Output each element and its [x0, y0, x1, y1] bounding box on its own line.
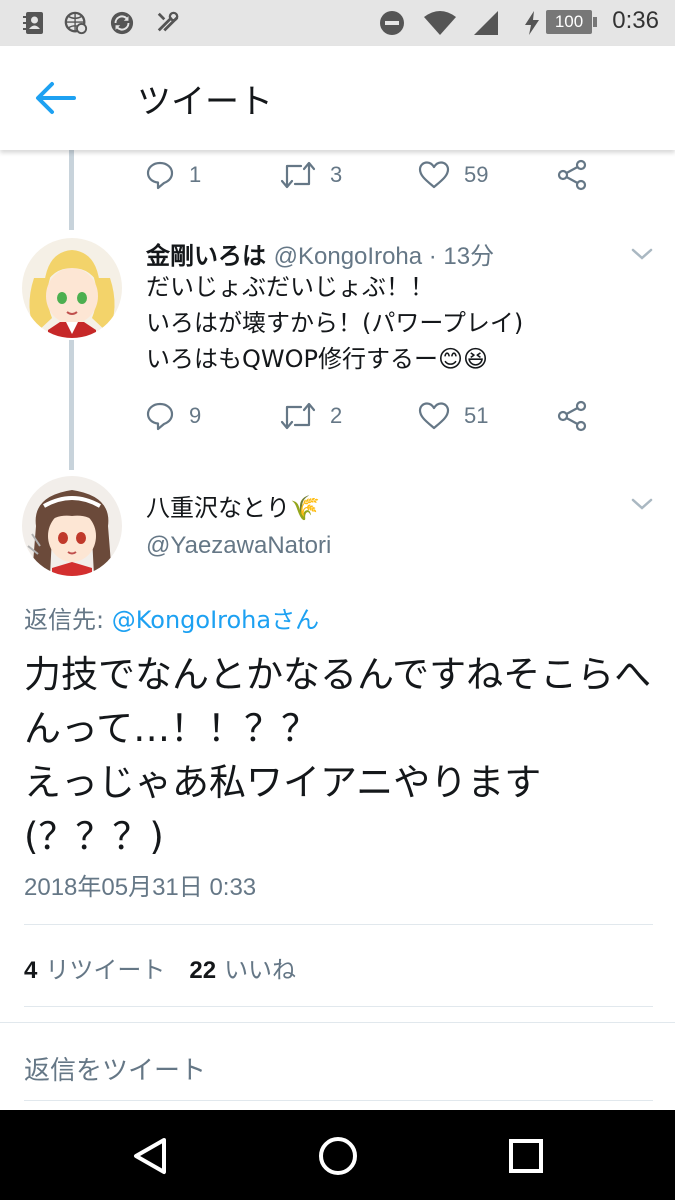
- system-nav-bar: [0, 1110, 675, 1200]
- tweet-text: 力技でなんとかなるんですねそこらへんって…！！？？ えっじゃあ私ワイアニやります…: [24, 653, 652, 858]
- nav-back-icon[interactable]: [128, 1134, 172, 1178]
- tweet-stats: 4 リツイート 22 いいね: [24, 950, 296, 985]
- reply-input[interactable]: 返信をツイート: [24, 1050, 206, 1087]
- display-name[interactable]: 八重沢なとり🌾: [146, 488, 320, 523]
- retweet-count: 2: [330, 403, 343, 428]
- retweet-icon: [280, 161, 316, 189]
- like-count: 59: [464, 162, 489, 187]
- nav-recents-icon[interactable]: [504, 1134, 548, 1178]
- heart-icon: [418, 402, 450, 430]
- reply-button[interactable]: 9: [145, 396, 201, 436]
- reply-icon: [146, 161, 174, 190]
- retweet-button[interactable]: 3: [280, 155, 342, 195]
- retweet-count: 3: [330, 162, 343, 187]
- reply-target-link[interactable]: @KongoIrohaさん: [112, 606, 319, 634]
- chevron-down-icon[interactable]: [630, 496, 654, 512]
- charging-icon: [523, 11, 541, 35]
- retweets-stat[interactable]: 4 リツイート: [24, 950, 165, 985]
- heart-icon: [418, 161, 450, 189]
- reply-tweet-actions: 9 2 51: [0, 396, 675, 436]
- reply-icon: [146, 402, 174, 431]
- prev-tweet-actions: 1 3 59: [0, 155, 675, 195]
- reply-context: 返信先: @KongoIrohaさん: [24, 600, 319, 635]
- retweet-stat-label: リツイート: [45, 956, 166, 984]
- wifi-search-icon: [64, 11, 88, 35]
- like-count: 51: [464, 403, 489, 428]
- tweet-header: 金剛いろは @KongoIroha · 13分: [146, 236, 494, 271]
- back-button[interactable]: [34, 80, 76, 116]
- reply-context-label: 返信先:: [24, 606, 112, 634]
- share-button[interactable]: [556, 155, 588, 195]
- like-stat-label: いいね: [224, 956, 297, 984]
- avatar[interactable]: [22, 476, 122, 576]
- share-button[interactable]: [556, 396, 588, 436]
- retweet-icon: [280, 402, 316, 430]
- do-not-disturb-icon: [380, 11, 404, 35]
- like-button[interactable]: 59: [418, 155, 488, 195]
- tweet-text: だいじょぶだいじょぶ！！ いろはが壊すから！(パワープレイ) いろはもQWOP修…: [146, 273, 524, 373]
- handle-and-time: @KongoIroha · 13分: [273, 243, 495, 270]
- contacts-icon: [22, 11, 46, 35]
- share-icon: [557, 400, 587, 432]
- avatar[interactable]: [22, 238, 122, 338]
- clock: 0:36: [612, 7, 659, 34]
- retweet-button[interactable]: 2: [280, 396, 342, 436]
- page-title: ツイート: [137, 82, 273, 122]
- battery-level: 100: [546, 10, 597, 34]
- reply-count: 1: [189, 162, 202, 187]
- likes-stat[interactable]: 22 いいね: [189, 950, 296, 985]
- retweet-total: 4: [24, 957, 38, 984]
- divider: [0, 1022, 675, 1023]
- sync-icon: [110, 11, 134, 35]
- app-bar: ツイート: [0, 46, 675, 150]
- like-total: 22: [189, 957, 217, 984]
- status-bar: 100 0:36: [0, 0, 675, 46]
- wifi-icon: [424, 11, 456, 35]
- chevron-down-icon[interactable]: [630, 246, 654, 262]
- arrow-left-icon: [36, 82, 76, 114]
- display-name[interactable]: 金剛いろは: [146, 242, 266, 270]
- divider: [24, 924, 653, 925]
- divider: [24, 1006, 653, 1007]
- handle[interactable]: @YaezawaNatori: [146, 532, 331, 560]
- tweet-timestamp: 2018年05月31日 0:33: [24, 874, 257, 901]
- tools-icon: [156, 11, 180, 35]
- nav-home-icon[interactable]: [316, 1134, 360, 1178]
- like-button[interactable]: 51: [418, 396, 488, 436]
- share-icon: [557, 159, 587, 191]
- signal-icon: [474, 11, 498, 35]
- reply-button[interactable]: 1: [145, 155, 201, 195]
- reply-count: 9: [189, 403, 202, 428]
- divider: [24, 1100, 653, 1101]
